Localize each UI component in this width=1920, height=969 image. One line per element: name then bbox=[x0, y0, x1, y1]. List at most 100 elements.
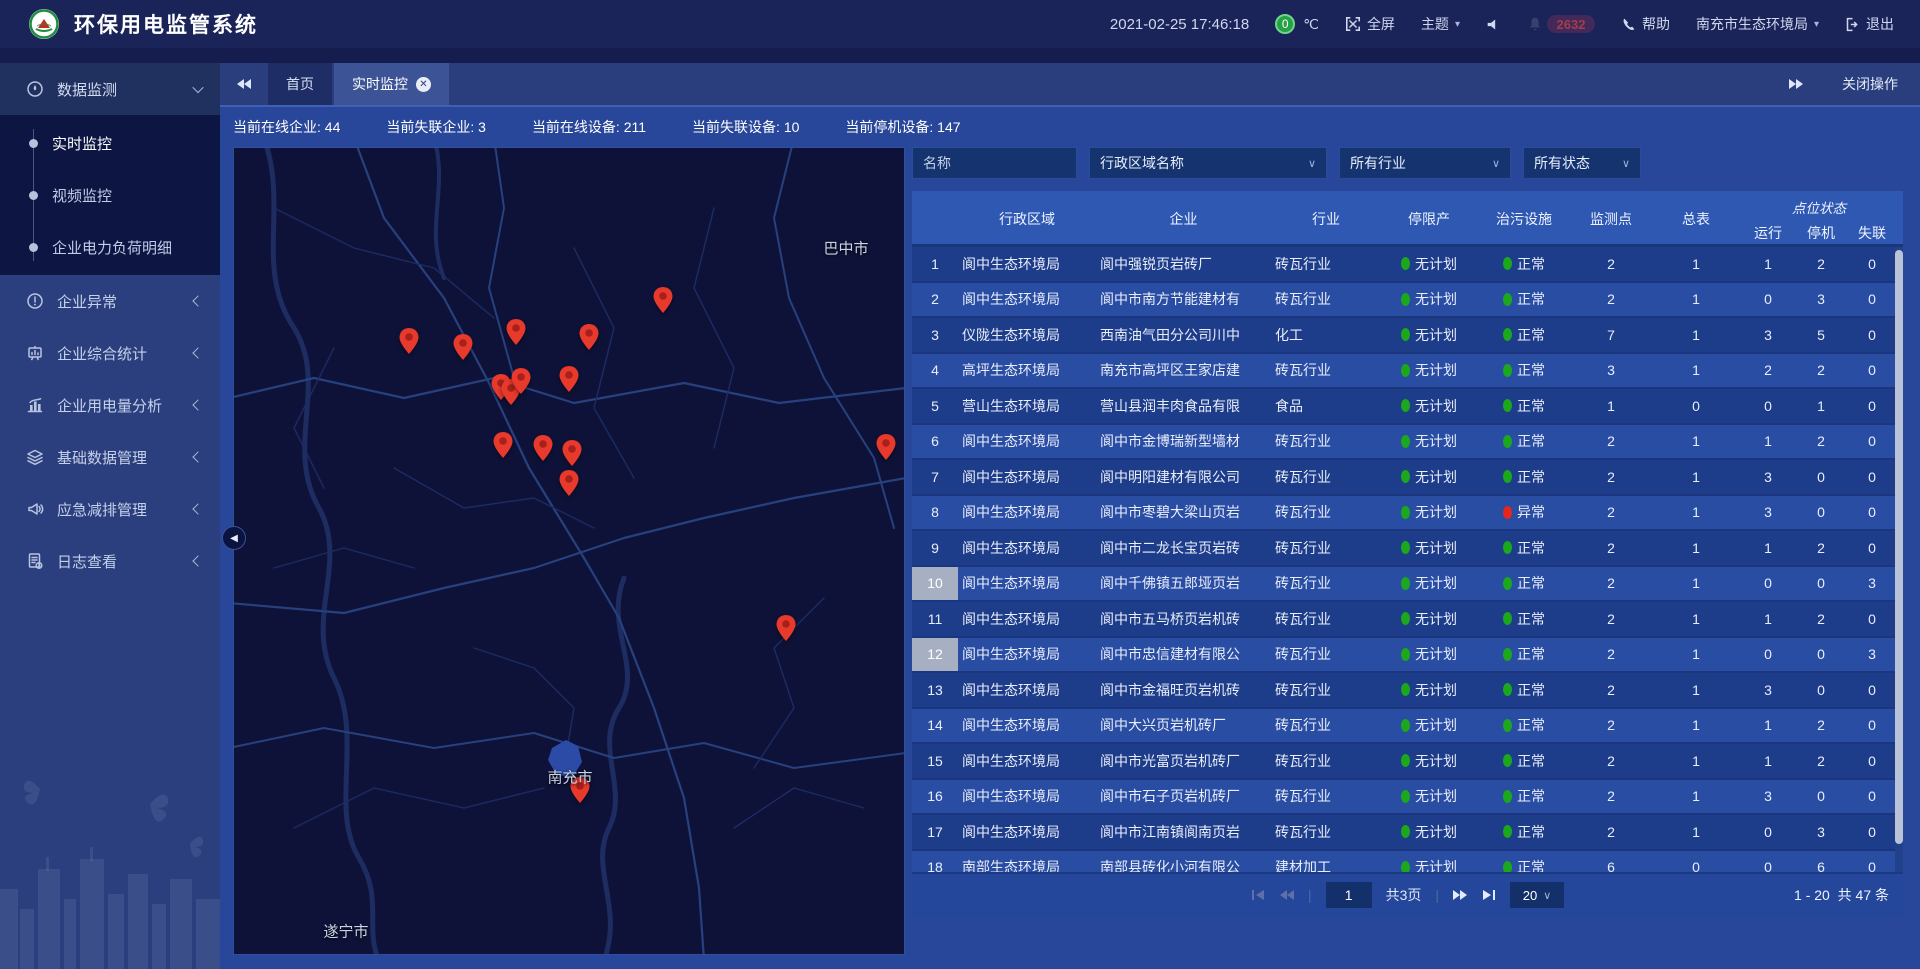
name-filter-input[interactable] bbox=[912, 147, 1077, 179]
map-marker[interactable] bbox=[490, 430, 516, 465]
industry-cell: 食品 bbox=[1271, 389, 1381, 423]
region-cell: 阆中生态环境局 bbox=[958, 673, 1096, 707]
table-row[interactable]: 17阆中生态环境局阆中市江南镇阆南页岩砖瓦行业无计划正常21030 bbox=[912, 815, 1903, 851]
tab-close-icon[interactable]: ✕ bbox=[416, 77, 431, 92]
region-filter-select[interactable]: 行政区域名称 ∨ bbox=[1089, 147, 1327, 179]
theme-menu-button[interactable]: 主题 ▾ bbox=[1421, 14, 1460, 34]
map-marker[interactable] bbox=[503, 317, 529, 352]
temperature-value-badge: 0 bbox=[1275, 14, 1295, 34]
table-row[interactable]: 2阆中生态环境局阆中市南方节能建材有砖瓦行业无计划正常21030 bbox=[912, 283, 1903, 319]
table-row[interactable]: 5营山生态环境局营山县润丰肉食品有限食品无计划正常10010 bbox=[912, 389, 1903, 425]
tab[interactable]: 实时监控✕ bbox=[334, 63, 449, 105]
table-body: 1阆中生态环境局阆中强锐页岩砖厂砖瓦行业无计划正常211202阆中生态环境局阆中… bbox=[912, 247, 1903, 872]
map-marker[interactable] bbox=[508, 366, 534, 401]
first-page-button[interactable] bbox=[1251, 889, 1265, 901]
help-button[interactable]: 帮助 bbox=[1621, 14, 1670, 34]
meter-count-cell: 1 bbox=[1651, 744, 1741, 778]
meter-count-cell: 1 bbox=[1651, 283, 1741, 317]
page-size-select[interactable]: 20 ∨ bbox=[1510, 882, 1564, 908]
org-menu-button[interactable]: 南充市生态环境局 ▾ bbox=[1696, 14, 1819, 34]
last-page-button[interactable] bbox=[1482, 889, 1496, 901]
map-marker[interactable] bbox=[450, 332, 476, 367]
map-marker[interactable] bbox=[396, 326, 422, 361]
tabs-scroll-left-button[interactable] bbox=[220, 63, 268, 105]
stat-item: 当前停机设备: 147 bbox=[845, 117, 960, 137]
table-row[interactable]: 10阆中生态环境局阆中千佛镇五郎垭页岩砖瓦行业无计划正常21003 bbox=[912, 567, 1903, 603]
table-scrollbar-thumb[interactable] bbox=[1895, 250, 1903, 844]
monitor-count-cell: 3 bbox=[1571, 354, 1651, 388]
map-panel[interactable]: 巴中市南充市遂宁市 ◀ bbox=[233, 147, 905, 955]
chevron-down-icon: ∨ bbox=[1543, 889, 1551, 902]
double-chevron-right-icon[interactable] bbox=[1788, 78, 1804, 90]
table-row[interactable]: 14阆中生态环境局阆中大兴页岩机砖厂砖瓦行业无计划正常21120 bbox=[912, 709, 1903, 745]
map-marker[interactable] bbox=[530, 433, 556, 468]
table-scrollbar[interactable] bbox=[1895, 247, 1903, 872]
sidebar-item[interactable]: 数据监测 bbox=[0, 63, 220, 115]
tab[interactable]: 首页 bbox=[268, 63, 332, 105]
map-marker[interactable] bbox=[773, 613, 799, 648]
chevron-left-icon bbox=[192, 555, 203, 566]
sidebar-subitem[interactable]: 视频监控 bbox=[0, 169, 220, 221]
map-marker[interactable] bbox=[873, 432, 899, 467]
sound-mute-button[interactable] bbox=[1486, 17, 1501, 32]
facility-status-cell: 正常 bbox=[1477, 709, 1571, 743]
map-marker[interactable] bbox=[650, 285, 676, 320]
industry-filter-select[interactable]: 所有行业 ∨ bbox=[1339, 147, 1511, 179]
lost-count-cell: 0 bbox=[1847, 673, 1897, 707]
facility-status-cell: 正常 bbox=[1477, 425, 1571, 459]
logout-button[interactable]: 退出 bbox=[1845, 14, 1894, 34]
stat-item: 当前在线设备: 211 bbox=[532, 117, 646, 137]
table-row[interactable]: 15阆中生态环境局阆中市光富页岩机砖厂砖瓦行业无计划正常21120 bbox=[912, 744, 1903, 780]
enterprise-cell: 西南油气田分公司川中 bbox=[1096, 318, 1271, 352]
fullscreen-button[interactable]: 全屏 bbox=[1345, 14, 1395, 34]
monitor-count-cell: 2 bbox=[1571, 815, 1651, 849]
halt-count-cell: 3 bbox=[1795, 815, 1847, 849]
close-operations-button[interactable]: 关闭操作 bbox=[1842, 74, 1898, 94]
status-dot-icon bbox=[1503, 790, 1512, 803]
table-row[interactable]: 3仪陇生态环境局西南油气田分公司川中化工无计划正常71350 bbox=[912, 318, 1903, 354]
status-dot-icon bbox=[1401, 399, 1410, 412]
table-row[interactable]: 9阆中生态环境局阆中市二龙长宝页岩砖砖瓦行业无计划正常21120 bbox=[912, 531, 1903, 567]
sidebar-item[interactable]: 企业异常 bbox=[0, 275, 220, 327]
sidebar-item[interactable]: 企业综合统计 bbox=[0, 327, 220, 379]
table-row[interactable]: 18南部生态环境局南部县砖化小河有限公建材加工无计划正常60060 bbox=[912, 851, 1903, 873]
prev-page-button[interactable] bbox=[1279, 889, 1294, 901]
table-row[interactable]: 12阆中生态环境局阆中市忠信建材有限公砖瓦行业无计划正常21003 bbox=[912, 638, 1903, 674]
sidebar-subitem[interactable]: 企业电力负荷明细 bbox=[0, 221, 220, 273]
status-dot-icon bbox=[1401, 683, 1410, 696]
notification-widget[interactable]: 2632 bbox=[1527, 15, 1595, 33]
region-cell: 阆中生态环境局 bbox=[958, 638, 1096, 672]
monitor-count-cell: 2 bbox=[1571, 709, 1651, 743]
table-row[interactable]: 6阆中生态环境局阆中市金博瑞新型墙材砖瓦行业无计划正常21120 bbox=[912, 425, 1903, 461]
table-row[interactable]: 8阆中生态环境局阆中市枣碧大梁山页岩砖瓦行业无计划异常21300 bbox=[912, 496, 1903, 532]
sidebar-subitem[interactable]: 实时监控 bbox=[0, 117, 220, 169]
table-row[interactable]: 7阆中生态环境局阆中明阳建材有限公司砖瓦行业无计划正常21300 bbox=[912, 460, 1903, 496]
sidebar-item[interactable]: 基础数据管理 bbox=[0, 431, 220, 483]
halt-count-cell: 5 bbox=[1795, 318, 1847, 352]
table-row[interactable]: 1阆中生态环境局阆中强锐页岩砖厂砖瓦行业无计划正常21120 bbox=[912, 247, 1903, 283]
page-number-input[interactable] bbox=[1326, 882, 1372, 908]
chevron-down-icon bbox=[192, 82, 203, 93]
facility-status-cell: 正常 bbox=[1477, 602, 1571, 636]
table-row[interactable]: 4高坪生态环境局南充市高坪区王家店建砖瓦行业无计划正常31220 bbox=[912, 354, 1903, 390]
halt-count-cell: 2 bbox=[1795, 709, 1847, 743]
fullscreen-icon bbox=[1345, 16, 1361, 32]
table-row[interactable]: 13阆中生态环境局阆中市金福旺页岩机砖砖瓦行业无计划正常21300 bbox=[912, 673, 1903, 709]
map-marker[interactable] bbox=[556, 364, 582, 399]
table-row[interactable]: 11阆中生态环境局阆中市五马桥页岩机砖砖瓦行业无计划正常21120 bbox=[912, 602, 1903, 638]
lost-count-cell: 0 bbox=[1847, 602, 1897, 636]
next-page-button[interactable] bbox=[1453, 889, 1468, 901]
table-row[interactable]: 16阆中生态环境局阆中市石子页岩机砖厂砖瓦行业无计划正常21300 bbox=[912, 780, 1903, 816]
sidebar-item[interactable]: 企业用电量分析 bbox=[0, 379, 220, 431]
chevron-down-icon: ∨ bbox=[1622, 157, 1630, 170]
status-filter-select[interactable]: 所有状态 ∨ bbox=[1523, 147, 1641, 179]
enterprise-cell: 阆中市五马桥页岩机砖 bbox=[1096, 602, 1271, 636]
industry-cell: 砖瓦行业 bbox=[1271, 496, 1381, 530]
sidebar-item[interactable]: 日志查看 bbox=[0, 535, 220, 587]
sidebar-item[interactable]: 应急减排管理 bbox=[0, 483, 220, 535]
stop-limit-cell: 无计划 bbox=[1381, 815, 1477, 849]
map-collapse-button[interactable]: ◀ bbox=[222, 526, 246, 550]
run-count-cell: 3 bbox=[1741, 673, 1795, 707]
map-marker[interactable] bbox=[576, 322, 602, 357]
map-marker[interactable] bbox=[556, 468, 582, 503]
